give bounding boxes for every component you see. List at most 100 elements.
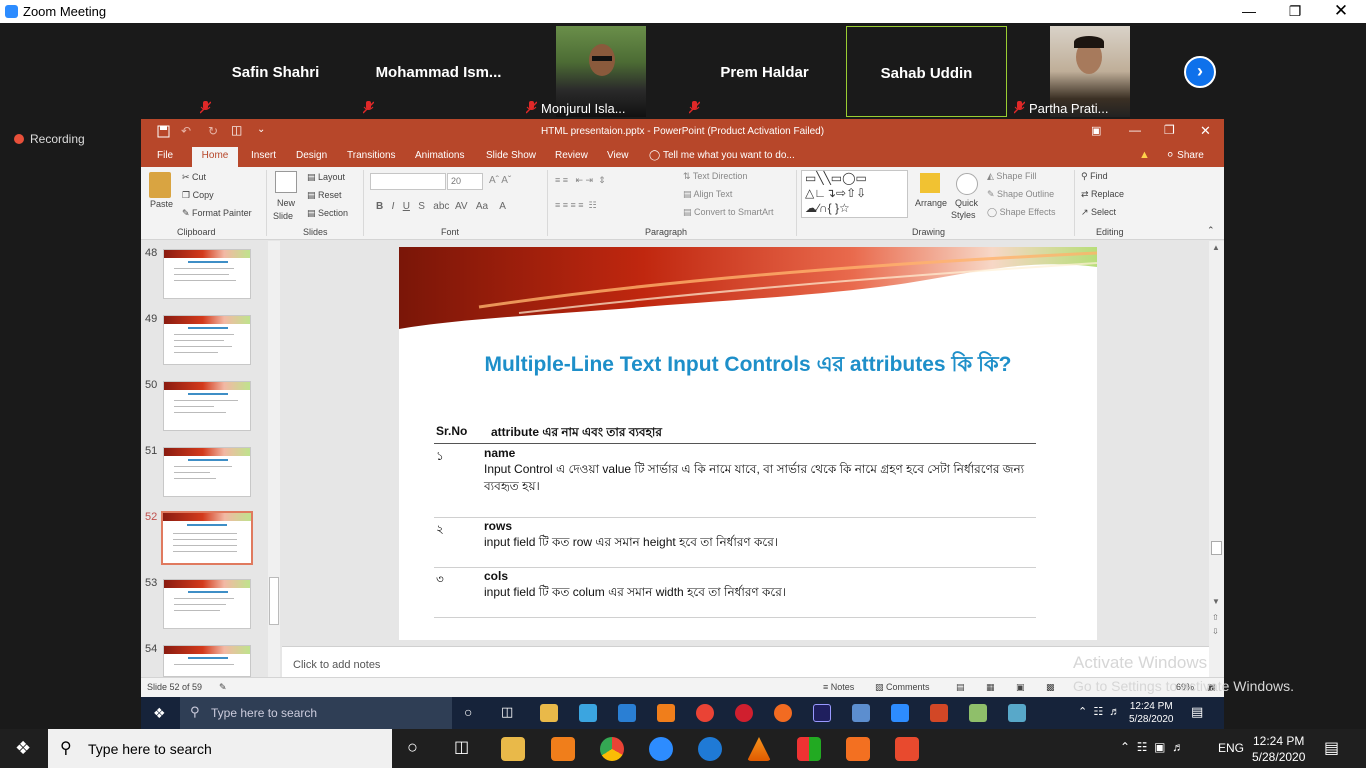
cortana-icon[interactable]: ○: [407, 737, 418, 758]
new-slide-label-2[interactable]: Slide: [273, 211, 293, 221]
bullets-numbering-icon[interactable]: ≡ ≡ ⇤ ⇥ ⇕: [555, 175, 606, 186]
paste-clipboard-icon[interactable]: [149, 172, 171, 198]
participant-tile[interactable]: Mohammad Ism...: [358, 26, 519, 117]
layout-button[interactable]: ▤ Layout: [307, 172, 345, 183]
paste-button[interactable]: Paste: [150, 199, 173, 209]
slide-thumbnail[interactable]: [163, 645, 251, 677]
tab-review[interactable]: Review: [555, 150, 588, 161]
new-slide-label[interactable]: New: [277, 198, 295, 208]
notifications-icon[interactable]: ▤: [1324, 738, 1339, 758]
sublime-text-icon[interactable]: [657, 704, 675, 722]
cortana-icon[interactable]: ○: [464, 704, 472, 720]
ribbon-display-options-icon[interactable]: ▣: [1091, 124, 1101, 137]
recording-indicator[interactable]: Recording: [14, 132, 85, 146]
edge-icon[interactable]: [698, 737, 722, 761]
participant-tile[interactable]: Monjurul Isla...: [521, 26, 682, 117]
system-tray-icons[interactable]: ⌃ ☷ ▣ ♬: [1120, 740, 1184, 754]
system-tray-icons[interactable]: ⌃ ☷ ♬: [1078, 705, 1120, 718]
slide-thumbnail[interactable]: [163, 381, 251, 431]
chrome-icon[interactable]: [600, 737, 624, 761]
slide-thumbnail-selected[interactable]: [161, 511, 253, 565]
tell-me-search[interactable]: Tell me what you want to do...: [663, 150, 795, 161]
slide-canvas[interactable]: Multiple-Line Text Input Controls এর att…: [399, 247, 1097, 640]
notes-button[interactable]: ≡ Notes: [823, 682, 854, 692]
task-view-icon[interactable]: ◫: [454, 737, 469, 757]
text-direction-button[interactable]: ⇅ Text Direction: [683, 171, 747, 182]
search-box[interactable]: ⚲ Type here to search: [48, 729, 392, 768]
find-button[interactable]: ⚲ Find: [1081, 171, 1108, 182]
app-icon[interactable]: [579, 704, 597, 722]
zoom-icon[interactable]: [649, 737, 673, 761]
tab-file[interactable]: File: [157, 150, 173, 161]
app-icon[interactable]: [969, 704, 987, 722]
quick-styles-label[interactable]: Quick: [955, 198, 978, 208]
vlc-icon[interactable]: [747, 737, 771, 761]
task-view-icon[interactable]: ◫: [501, 704, 513, 720]
windows-start-icon[interactable]: ❖: [15, 738, 31, 759]
slide-vertical-scrollbar[interactable]: ▲ ▼ ⇧ ⇩: [1209, 241, 1224, 677]
app-icon[interactable]: [852, 704, 870, 722]
maximize-button[interactable]: ❐: [1272, 0, 1318, 23]
slide-thumbnail[interactable]: [163, 315, 251, 365]
app-icon[interactable]: [895, 737, 919, 761]
grow-shrink-font-icon[interactable]: Aˆ Aˇ: [489, 175, 511, 186]
shape-effects-button[interactable]: ◯ Shape Effects: [987, 207, 1055, 218]
vscode-icon[interactable]: [618, 704, 636, 722]
tab-home[interactable]: Home: [192, 147, 238, 167]
normal-view-icon[interactable]: ▤: [956, 682, 965, 693]
tab-transitions[interactable]: Transitions: [347, 150, 396, 161]
powerpoint-icon[interactable]: [930, 704, 948, 722]
section-button[interactable]: ▤ Section: [307, 208, 348, 219]
chrome-icon[interactable]: [696, 704, 714, 722]
maximize-button[interactable]: ❐: [1164, 123, 1175, 137]
app-icon[interactable]: [1008, 704, 1026, 722]
shared-search-box[interactable]: ⚲ Type here to search: [180, 697, 452, 729]
shapes-gallery[interactable]: ▭╲╲▭◯▭ △∟↴⇨⇧⇩ ☁∕∩{ }☆: [801, 170, 908, 218]
file-explorer-icon[interactable]: [501, 737, 525, 761]
share-button[interactable]: ⚪ Share: [1166, 150, 1204, 161]
slide-show-icon[interactable]: ▩: [1046, 682, 1055, 693]
font-style-buttons[interactable]: B I U S abc AV Aa A: [376, 201, 506, 212]
opera-icon[interactable]: [735, 704, 753, 722]
participant-tile[interactable]: Partha Prati...: [1009, 26, 1170, 117]
next-page-chevron-icon[interactable]: ›: [1184, 56, 1216, 88]
photoshop-icon[interactable]: [813, 704, 831, 722]
font-size-box[interactable]: 20: [447, 173, 483, 190]
thumbnails-scrollbar[interactable]: [268, 241, 280, 677]
collapse-ribbon-icon[interactable]: ⌃: [1207, 225, 1215, 236]
participant-tile[interactable]: Safin Shahri: [195, 26, 356, 117]
slide-thumbnail[interactable]: [163, 249, 251, 299]
app-icon[interactable]: [797, 737, 821, 761]
new-slide-icon[interactable]: [275, 171, 297, 193]
windows-start-icon[interactable]: ❖: [153, 705, 166, 722]
reading-view-icon[interactable]: ▣: [1016, 682, 1025, 693]
format-painter-button[interactable]: ✎ Format Painter: [182, 208, 252, 219]
app-icon[interactable]: [774, 704, 792, 722]
shape-fill-button[interactable]: ◭ Shape Fill: [987, 171, 1036, 182]
quick-styles-icon[interactable]: [956, 173, 978, 195]
slide-thumbnail[interactable]: [163, 447, 251, 497]
participant-tile[interactable]: Prem Haldar: [684, 26, 845, 117]
tab-insert[interactable]: Insert: [251, 150, 276, 161]
language-indicator[interactable]: ENG: [1218, 741, 1244, 755]
slide-sorter-icon[interactable]: ▦: [986, 682, 995, 693]
shape-outline-button[interactable]: ✎ Shape Outline: [987, 189, 1054, 200]
replace-button[interactable]: ⇄ Replace: [1081, 189, 1124, 200]
shared-clock[interactable]: 12:24 PM 5/28/2020: [1129, 700, 1174, 726]
font-name-box[interactable]: [370, 173, 446, 190]
slide-title[interactable]: Multiple-Line Text Input Controls এর att…: [399, 348, 1097, 383]
tab-design[interactable]: Design: [296, 150, 327, 161]
minimize-button[interactable]: —: [1226, 0, 1272, 23]
tab-animations[interactable]: Animations: [415, 150, 464, 161]
alignment-icon[interactable]: ≡ ≡ ≡ ≡ ☷: [555, 200, 597, 211]
quick-styles-label-2[interactable]: Styles: [951, 210, 976, 220]
copy-button[interactable]: ❐ Copy: [182, 190, 214, 201]
clock[interactable]: 12:24 PM 5/28/2020: [1252, 733, 1305, 765]
notifications-icon[interactable]: ▤: [1191, 704, 1203, 720]
close-button[interactable]: ✕: [1200, 123, 1211, 139]
select-button[interactable]: ↗ Select: [1081, 207, 1116, 218]
comments-button[interactable]: ▧ Comments: [875, 682, 930, 693]
close-button[interactable]: ✕: [1318, 0, 1364, 23]
tab-slide-show[interactable]: Slide Show: [486, 150, 536, 161]
minimize-button[interactable]: —: [1129, 123, 1141, 137]
